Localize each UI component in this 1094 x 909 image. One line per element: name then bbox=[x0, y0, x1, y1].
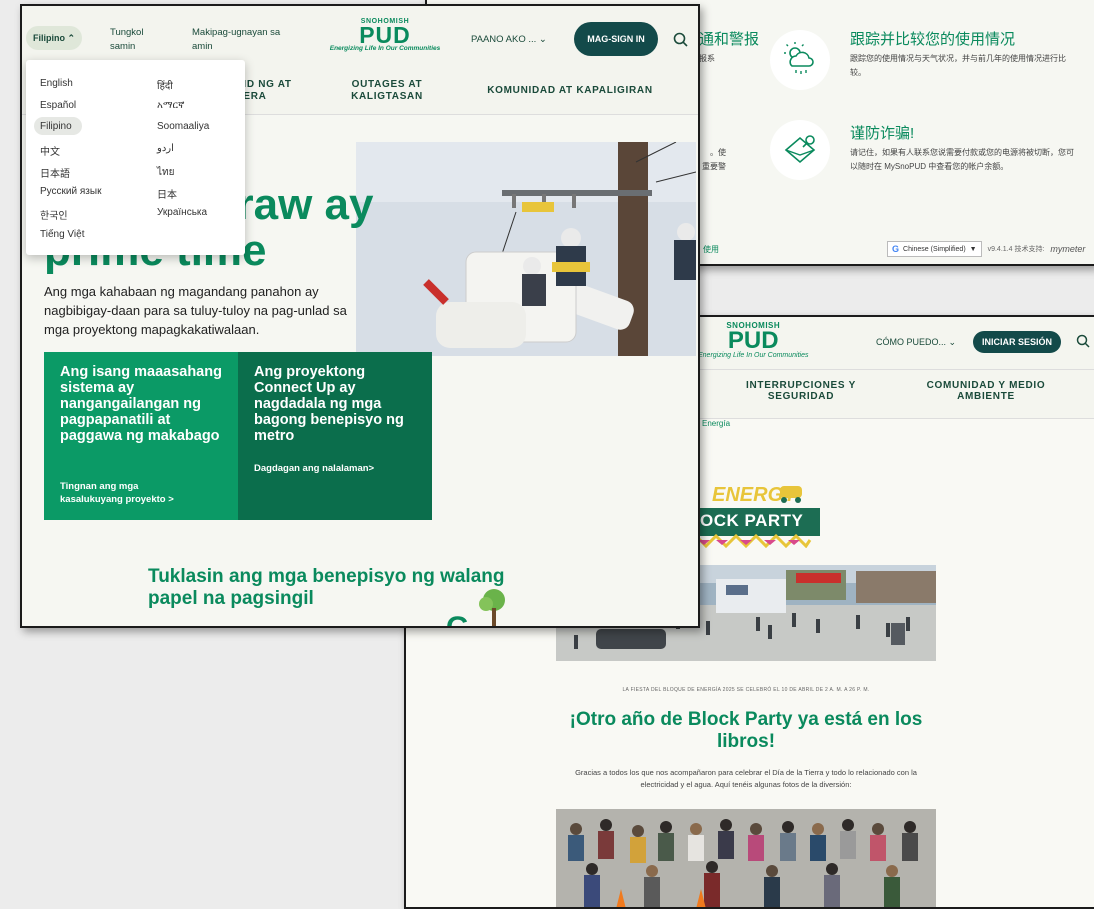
dropdown-arrow-icon: ▼ bbox=[969, 245, 977, 253]
hero-body: Ang mga kahabaan ng magandang panahon ay… bbox=[44, 284, 347, 337]
fil-logo-main: PUD bbox=[359, 22, 411, 48]
scam-desc: 请记住，如果有人联系您说需要付款或您的电源将被切断，您可以随时在 MySnoPU… bbox=[850, 148, 1074, 171]
es-nav-outages[interactable]: INTERRUPCIONES Y SEGURIDAD bbox=[741, 380, 861, 402]
reliability-card-link[interactable]: Tingnan ang mga kasalukuyang proyekto > bbox=[60, 480, 200, 506]
lang-thai[interactable]: ไทย bbox=[157, 165, 174, 180]
lang-spanish[interactable]: Español bbox=[40, 100, 76, 111]
lang-somali[interactable]: Soomaaliya bbox=[157, 121, 209, 132]
search-icon[interactable] bbox=[673, 32, 688, 52]
lineworkers-scene bbox=[356, 142, 696, 356]
es-logo[interactable]: SNOHOMISH PUD Energizing Life In Our Com… bbox=[698, 321, 809, 359]
nav-community-environment[interactable]: KOMUNIDAD AT KAPALIGIRAN bbox=[480, 85, 660, 97]
es-logo-main: PUD bbox=[727, 327, 779, 354]
track-usage-desc: 跟踪您的使用情况与天气状况，并与前几年的使用情况进行比较。 bbox=[850, 54, 1066, 77]
about-us-link[interactable]: Tungkol samin bbox=[110, 26, 166, 54]
lang-japanese-alt[interactable]: 日本 bbox=[157, 186, 177, 201]
photo-2-crowd bbox=[556, 809, 936, 907]
lang-korean[interactable]: 한국인 bbox=[40, 207, 68, 222]
lineworkers-photo bbox=[356, 142, 696, 356]
connect-up-card[interactable]: Ang proyektong Connect Up ay nagdadala n… bbox=[238, 352, 432, 520]
nav-outages-safety[interactable]: OUTAGES AT KALIGTASAN bbox=[344, 79, 430, 103]
how-do-i-dropdown[interactable]: PAANO AKO ... ⌄ bbox=[471, 34, 547, 45]
language-selector-button[interactable]: Filipino ⌃ bbox=[26, 26, 82, 50]
google-translate-select[interactable]: G Chinese (Simplified) ▼ bbox=[887, 241, 982, 257]
banner-line1: ENERGY bbox=[712, 484, 797, 506]
energy-block-party-banner: ENERGY OCK PARTY bbox=[694, 482, 826, 549]
nav-billing[interactable]: PID NG AT PERA bbox=[236, 79, 316, 103]
alerts-title-fragment: 通和警报 bbox=[699, 31, 760, 48]
weather-usage-icon bbox=[770, 30, 830, 90]
sign-in-button[interactable]: MAG-SIGN IN bbox=[574, 22, 658, 56]
es-logo-tagline: Energizing Life In Our Communities bbox=[698, 352, 809, 359]
lang-hindi[interactable]: हिंदी bbox=[157, 78, 173, 92]
translate-footer: G Chinese (Simplified) ▼ v9.4.1.4 技术支持: … bbox=[887, 241, 1085, 257]
lang-vietnamese[interactable]: Tiếng Việt bbox=[40, 229, 84, 240]
banner-line2: OCK PARTY bbox=[700, 511, 804, 530]
es-how-dropdown[interactable]: CÓMO PUEDO... ⌄ bbox=[876, 337, 956, 348]
contact-us-link[interactable]: Makipag-ugnayan sa amin bbox=[192, 26, 298, 54]
reliability-card[interactable]: Ang isang maaasahang sistema ay nanganga… bbox=[44, 352, 238, 520]
usage-link-fragment[interactable]: 使用 bbox=[703, 243, 719, 257]
lang-japanese[interactable]: 日本語 bbox=[40, 165, 70, 180]
es-search-icon[interactable] bbox=[1076, 334, 1090, 353]
paperless-logo-fragment: G bbox=[446, 614, 486, 626]
es-signin-button[interactable]: INICIAR SESIÓN bbox=[973, 331, 1061, 353]
es-breadcrumb[interactable]: Energía bbox=[702, 419, 730, 428]
language-menu: English Español Filipino 中文 日本語 Русский … bbox=[26, 60, 245, 255]
connect-up-card-title: Ang proyektong Connect Up ay nagdadala n… bbox=[254, 364, 404, 444]
alerts-desc-fragment: 报系 bbox=[699, 54, 715, 63]
mymeter-brand: mymeter bbox=[1050, 244, 1086, 254]
lang-russian[interactable]: Русский язык bbox=[40, 186, 101, 197]
lang-english[interactable]: English bbox=[40, 78, 73, 89]
fil-logo[interactable]: SNOHOMISH PUD Energizing Life In Our Com… bbox=[322, 18, 448, 52]
lang-filipino[interactable]: Filipino bbox=[40, 121, 72, 132]
fil-logo-tagline: Energizing Life In Our Communities bbox=[329, 45, 441, 52]
event-caption: LA FIESTA DEL BLOQUE DE ENERGÍA 2025 SE … bbox=[622, 687, 870, 693]
reliability-card-title: Ang isang maaasahang sistema ay nanganga… bbox=[60, 364, 222, 444]
lang-ukrainian[interactable]: Українська bbox=[157, 207, 207, 218]
lang-chinese[interactable]: 中文 bbox=[40, 143, 60, 158]
es-nav-community[interactable]: COMUNIDAD Y MEDIO AMBIENTE bbox=[916, 380, 1056, 402]
alerts-desc-fragment-3: 重要警 bbox=[702, 162, 726, 171]
version-text: v9.4.1.4 技术支持: bbox=[987, 246, 1045, 253]
scam-title: 谨防诈骗! bbox=[850, 125, 915, 142]
translate-language: Chinese (Simplified) bbox=[903, 245, 966, 253]
block-party-photo-2 bbox=[556, 809, 936, 907]
es-article-heading: ¡Otro año de Block Party ya está en los … bbox=[569, 709, 923, 752]
connect-up-card-link[interactable]: Dagdagan ang nalalaman> bbox=[254, 462, 424, 475]
lang-amharic[interactable]: አማርኛ bbox=[157, 100, 184, 111]
scam-alert-icon bbox=[770, 120, 830, 180]
lang-urdu[interactable]: اردو bbox=[157, 143, 174, 154]
track-usage-title: 跟踪并比较您的使用情况 bbox=[850, 31, 1016, 48]
es-article-body: Gracias a todos los que nos acompañaron … bbox=[575, 768, 917, 789]
google-g-icon: G bbox=[892, 244, 900, 254]
alerts-desc-fragment-2: 。使 bbox=[710, 148, 726, 157]
screenshot-filipino-home: Filipino ⌃ Tungkol samin Makipag-ugnayan… bbox=[20, 4, 700, 628]
